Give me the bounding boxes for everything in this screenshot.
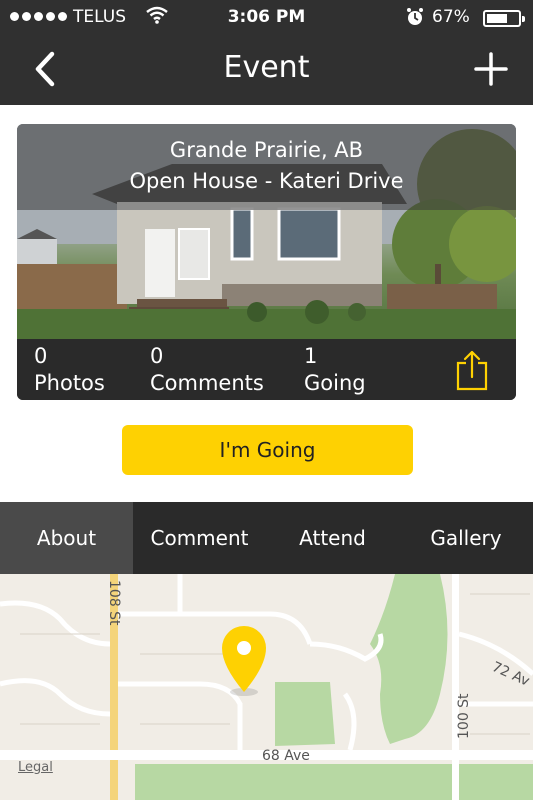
tab-attend[interactable]: Attend <box>266 502 399 574</box>
map-label-68-ave: 68 Ave <box>262 748 310 764</box>
stat-comments-count: 0 <box>150 344 164 368</box>
event-map[interactable]: 108 St 72 Av 100 St 68 Ave Legal <box>0 574 533 800</box>
add-button[interactable] <box>474 52 508 86</box>
battery-level <box>487 14 507 23</box>
map-label-72-av: 72 Av <box>489 659 531 690</box>
stat-going[interactable]: 1 Going <box>304 343 366 397</box>
map-canvas: 108 St 72 Av 100 St 68 Ave <box>0 574 533 800</box>
top-bar: TELUS 3:06 PM 67% Event <box>0 0 533 105</box>
alarm-icon <box>407 8 423 25</box>
stat-going-count: 1 <box>304 344 318 368</box>
tab-comment[interactable]: Comment <box>133 502 266 574</box>
tab-bar: About Comment Attend Gallery <box>0 502 533 574</box>
battery-icon <box>483 10 525 27</box>
stat-photos[interactable]: 0 Photos <box>34 343 105 397</box>
event-stats: 0 Photos 0 Comments 1 Going <box>17 339 516 400</box>
map-legal-link[interactable]: Legal <box>18 760 53 775</box>
event-photo: Grande Prairie, AB Open House - Kateri D… <box>17 124 516 339</box>
stat-photos-count: 0 <box>34 344 48 368</box>
stat-comments-label: Comments <box>150 371 264 395</box>
event-location: Grande Prairie, AB <box>169 138 364 162</box>
status-bar: TELUS 3:06 PM 67% <box>0 0 533 36</box>
stat-comments[interactable]: 0 Comments <box>150 343 264 397</box>
page-title: Event <box>223 50 310 85</box>
event-title: Open House - Kateri Drive <box>129 169 404 193</box>
stat-going-label: Going <box>304 371 366 395</box>
battery-percent: 67% <box>432 7 470 27</box>
tab-gallery[interactable]: Gallery <box>399 502 533 574</box>
map-pin-icon[interactable] <box>222 626 266 696</box>
photo-caption-overlay <box>17 124 516 210</box>
share-icon[interactable] <box>455 349 489 391</box>
tab-about[interactable]: About <box>0 502 133 574</box>
map-label-108-st: 108 St <box>106 580 122 626</box>
map-label-100-st: 100 St <box>456 693 472 739</box>
event-card: Grande Prairie, AB Open House - Kateri D… <box>17 124 516 400</box>
im-going-button[interactable]: I'm Going <box>122 425 413 475</box>
stat-photos-label: Photos <box>34 371 105 395</box>
